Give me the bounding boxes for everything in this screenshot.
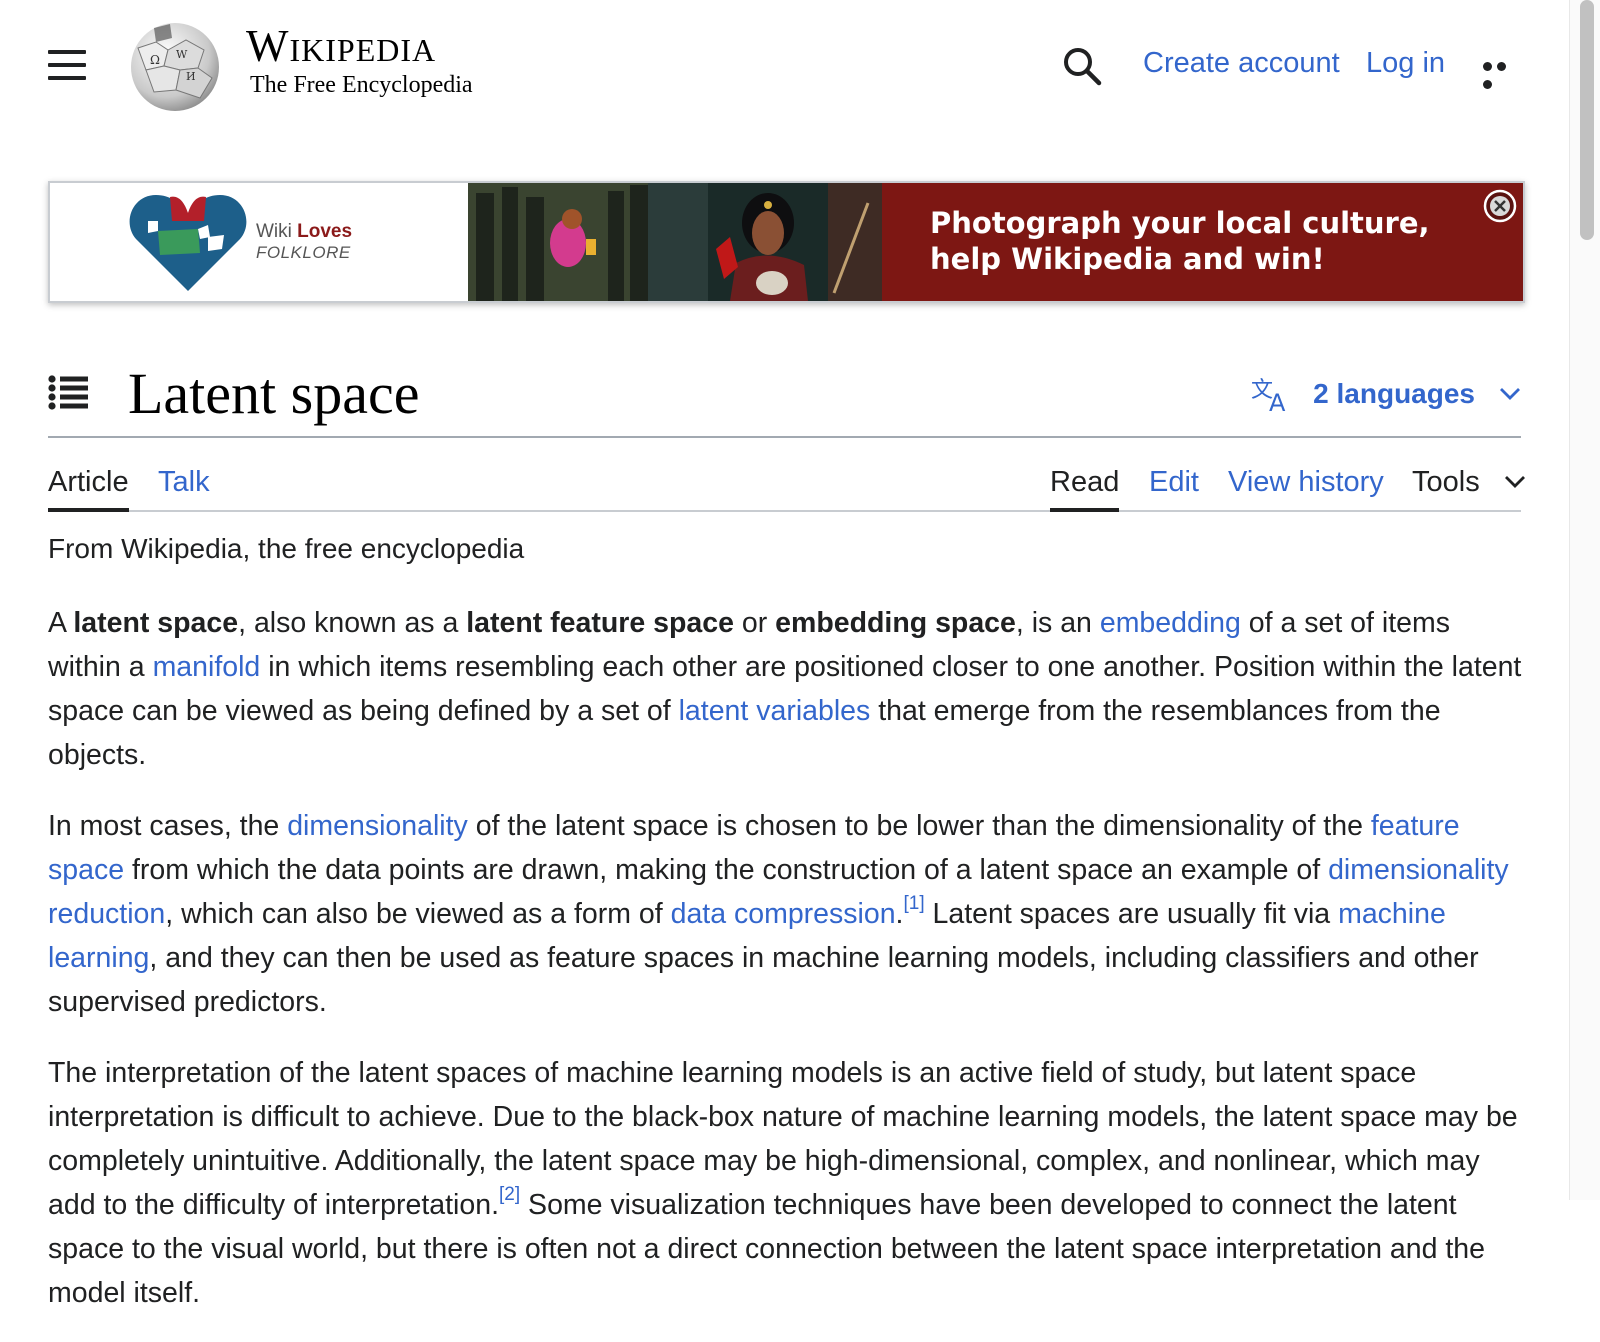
log-in-link[interactable]: Log in xyxy=(1366,47,1445,80)
wikipedia-tagline: The Free Encyclopedia xyxy=(250,72,473,98)
text: A xyxy=(48,607,74,639)
text: , also known as a xyxy=(238,607,467,639)
banner-cta[interactable]: Photograph your local culture, help Wiki… xyxy=(882,183,1523,301)
scroll-thumb[interactable] xyxy=(1580,0,1594,240)
create-account-link[interactable]: Create account xyxy=(1143,47,1340,80)
text: from which the data points are drawn, ma… xyxy=(124,854,1329,886)
chevron-down-icon xyxy=(1500,388,1520,400)
bold-term: embedding space xyxy=(775,607,1016,639)
language-button[interactable]: 文 A 2 languages xyxy=(1251,374,1521,414)
language-count[interactable]: 2 languages xyxy=(1313,378,1475,410)
page-title: Latent space xyxy=(128,361,420,426)
text: or xyxy=(733,607,776,639)
text: In most cases, the xyxy=(48,810,288,842)
reference-2[interactable]: [2] xyxy=(499,1184,520,1205)
title-row: Latent space 文 A 2 languages xyxy=(48,360,1521,438)
banner-cta-text[interactable]: Photograph your local culture, help Wiki… xyxy=(930,205,1490,277)
close-icon[interactable] xyxy=(1483,189,1517,223)
search-icon[interactable] xyxy=(1062,46,1102,86)
tab-article[interactable]: Article xyxy=(48,462,129,512)
language-icon: 文 A xyxy=(1251,378,1286,413)
chevron-down-icon xyxy=(1504,476,1525,488)
tab-view-history[interactable]: View history xyxy=(1228,462,1384,502)
link-latent-variables[interactable]: latent variables xyxy=(679,695,871,727)
paragraph-1: A latent space, also known as a latent f… xyxy=(48,601,1528,777)
svg-text:A: A xyxy=(1269,389,1286,413)
svg-text:W: W xyxy=(176,48,188,61)
banner-logo-text: Wiki Loves FOLKLORE xyxy=(256,221,352,262)
banner-logo-folklore: FOLKLORE xyxy=(256,242,351,262)
reference-1[interactable]: [1] xyxy=(903,893,924,914)
site-sub: From Wikipedia, the free encyclopedia xyxy=(48,533,525,564)
banner-logo: Wiki Loves FOLKLORE xyxy=(50,183,468,301)
bold-term: latent feature space xyxy=(466,607,734,639)
link-manifold[interactable]: manifold xyxy=(153,651,261,683)
menu-icon[interactable] xyxy=(48,50,86,80)
text: of the latent space is chosen to be lowe… xyxy=(467,810,1371,842)
tools-label[interactable]: Tools xyxy=(1412,462,1480,502)
paragraph-3: The interpretation of the latent spaces … xyxy=(48,1051,1528,1315)
tools-menu[interactable]: Tools xyxy=(1412,462,1526,502)
bold-term: latent space xyxy=(73,607,239,639)
text: Latent spaces are usually fit via xyxy=(924,898,1339,930)
banner-photo xyxy=(468,183,882,301)
toc-icon[interactable] xyxy=(48,374,88,410)
text: , and they can then be used as feature s… xyxy=(48,942,1479,1018)
scrollbar[interactable] xyxy=(1569,0,1600,1200)
link-dimensionality[interactable]: dimensionality xyxy=(287,810,468,842)
site-header: W Ω И Wikipedia The Free Encyclopedia Cr… xyxy=(0,0,1570,130)
tab-edit[interactable]: Edit xyxy=(1149,462,1199,502)
link-embedding[interactable]: embedding xyxy=(1100,607,1241,639)
svg-text:И: И xyxy=(186,70,196,83)
more-icon[interactable] xyxy=(1483,58,1523,89)
banner-logo-loves: Loves xyxy=(297,221,353,242)
tab-talk[interactable]: Talk xyxy=(158,462,210,502)
campaign-banner[interactable]: Wiki Loves FOLKLORE Photograph your loca… xyxy=(48,181,1525,303)
wikipedia-wordmark[interactable]: Wikipedia xyxy=(246,24,436,69)
wikipedia-globe-icon[interactable]: W Ω И xyxy=(126,20,224,112)
text: , which can also be viewed as a form of xyxy=(165,898,671,930)
link-data-compression[interactable]: data compression xyxy=(671,898,896,930)
page-tabs: Article Talk Read Edit View history Tool… xyxy=(48,458,1525,512)
banner-logo-wiki: Wiki xyxy=(256,221,298,242)
svg-text:Ω: Ω xyxy=(150,53,160,67)
puzzle-heart-logo xyxy=(129,195,247,291)
article-body: A latent space, also known as a latent f… xyxy=(48,601,1528,1342)
tab-read[interactable]: Read xyxy=(1050,462,1120,512)
text: , is an xyxy=(1015,607,1100,639)
paragraph-2: In most cases, the dimensionality of the… xyxy=(48,804,1528,1024)
